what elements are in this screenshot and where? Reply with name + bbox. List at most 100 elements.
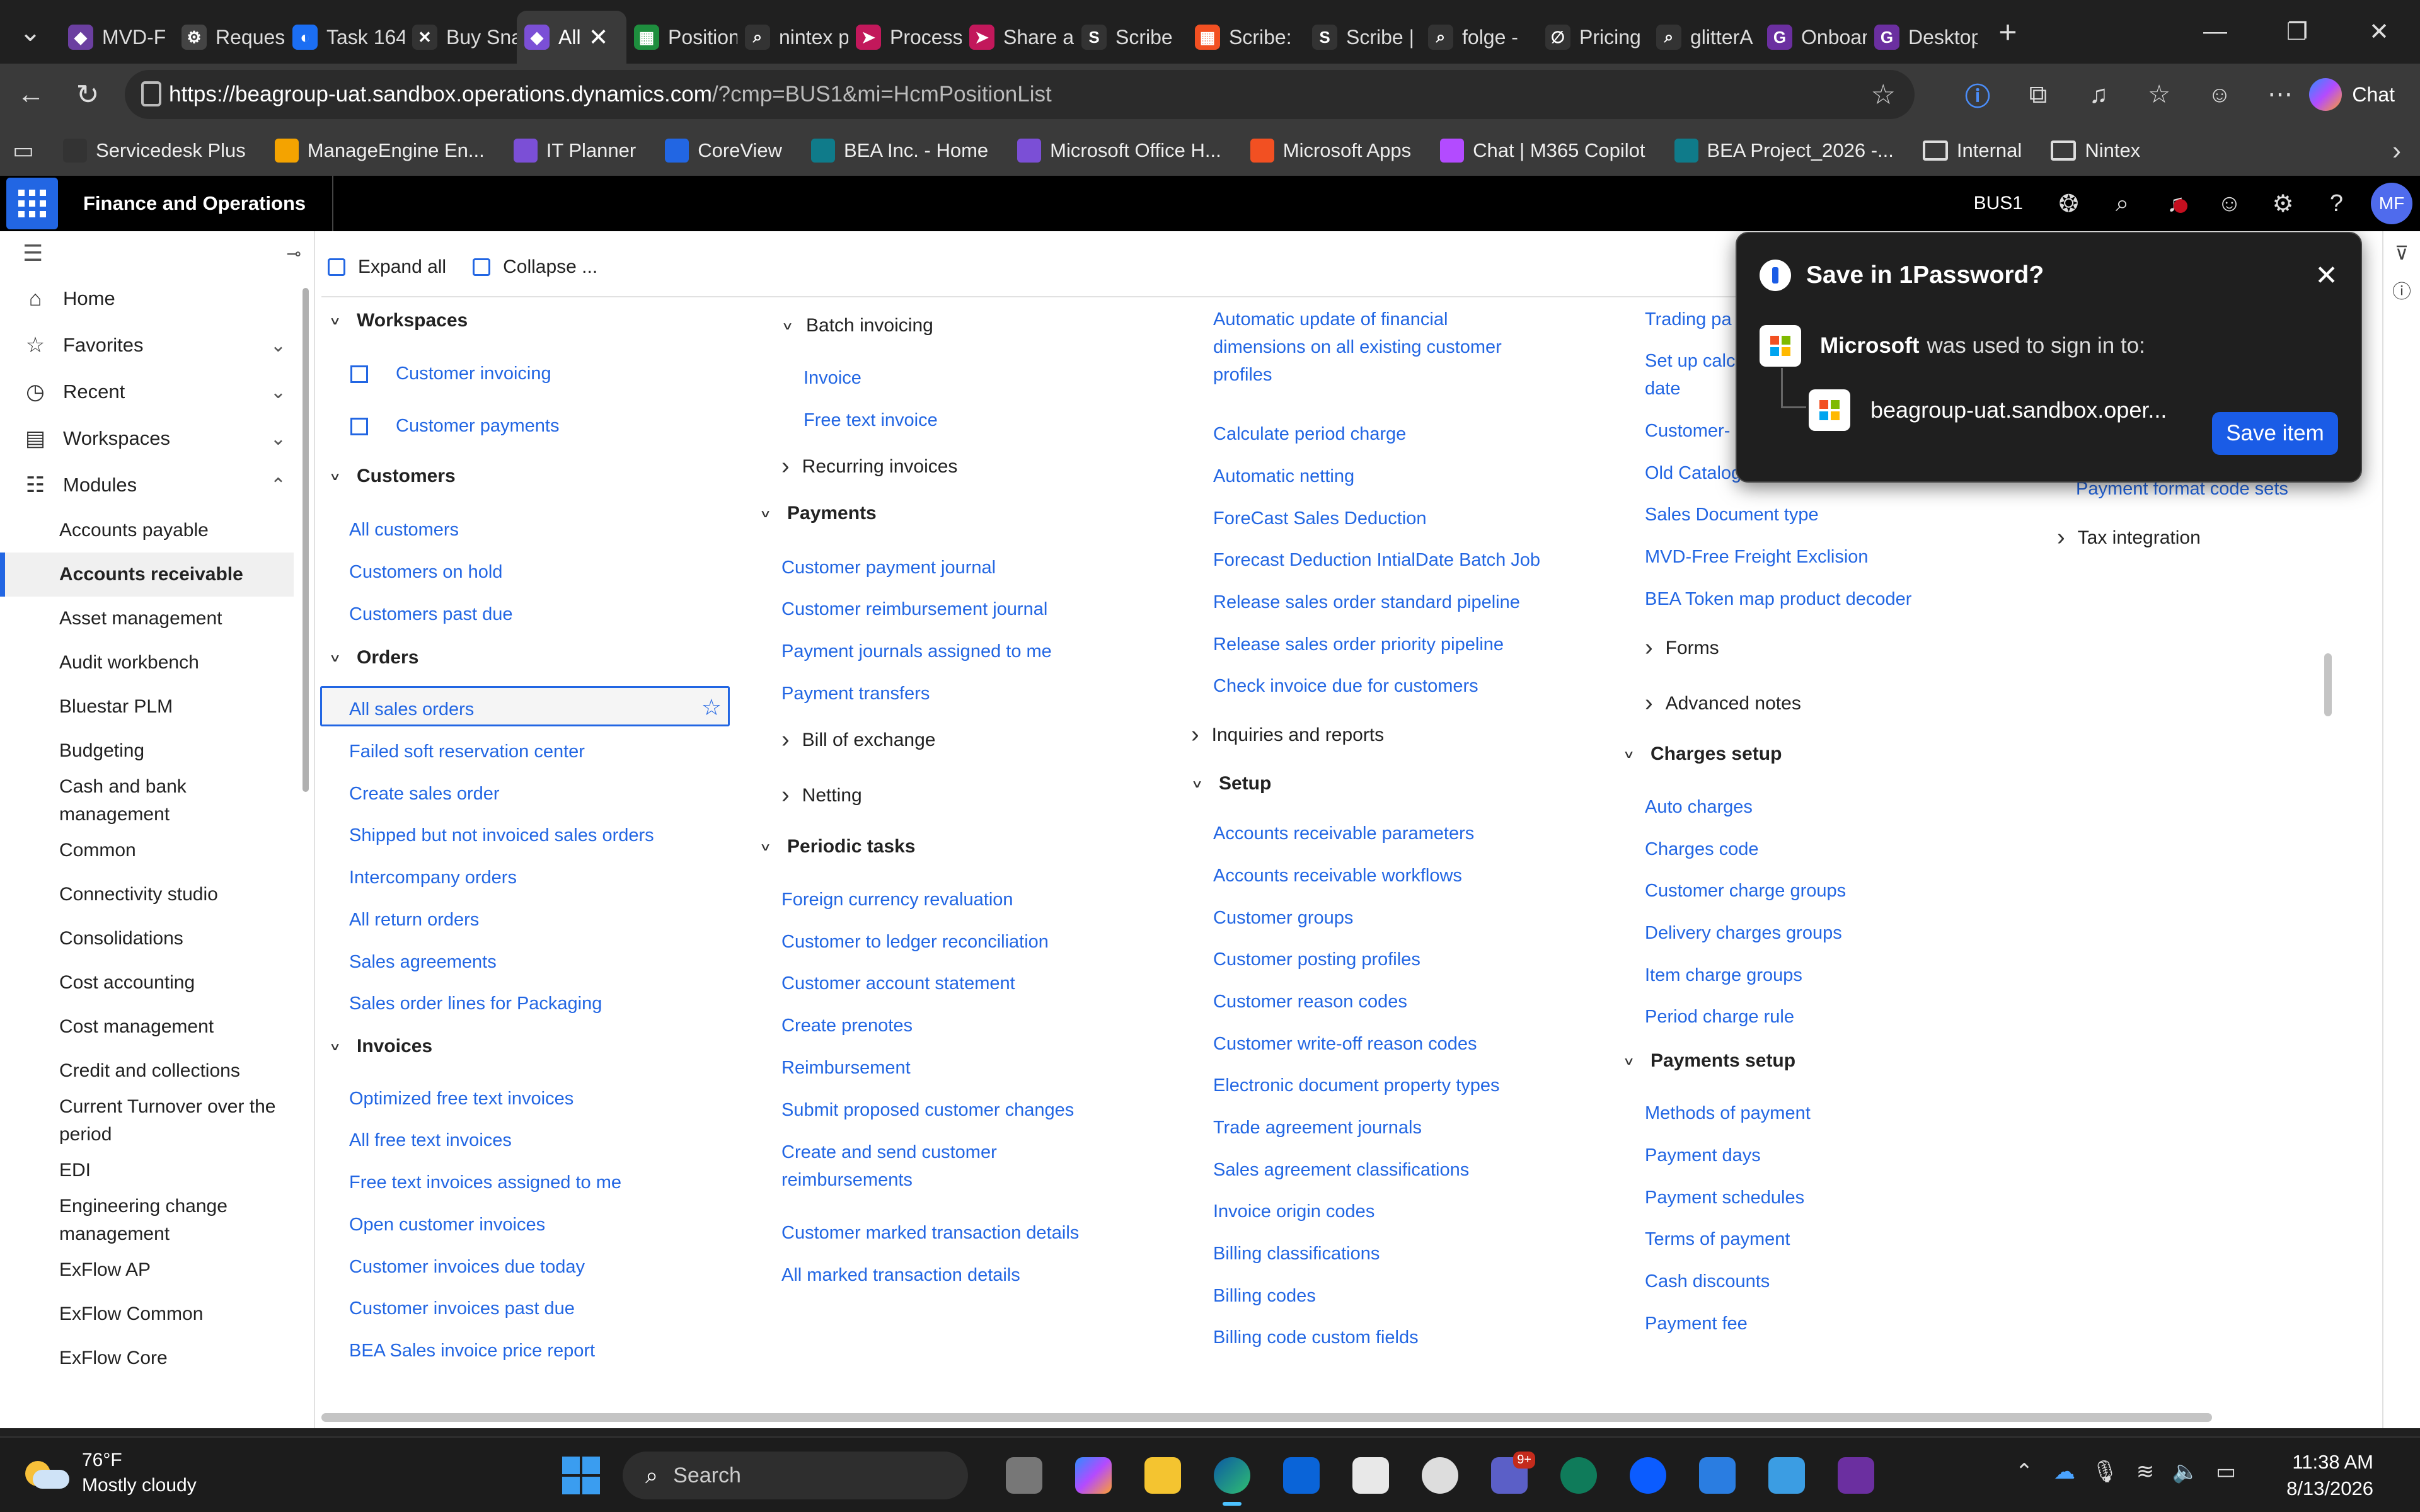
bookmark-item[interactable]: BEA Inc. - Home xyxy=(811,139,988,163)
menu-link[interactable]: Reimbursement xyxy=(781,1054,911,1082)
browser-tab[interactable]: ◆ MVD-F xyxy=(60,11,174,64)
menu-link[interactable]: Create prenotes xyxy=(781,1012,913,1040)
menu-link[interactable]: BEA Token map product decoder xyxy=(1645,585,1911,613)
search-icon[interactable]: ⌕ xyxy=(2095,190,2149,217)
browser-tab[interactable]: ◆ All ✕ xyxy=(517,11,626,64)
menu-link[interactable]: Period charge rule xyxy=(1645,1003,1794,1031)
browser-tab[interactable]: S Scribe | xyxy=(1305,11,1420,64)
collapse-all-button[interactable]: Collapse ... xyxy=(473,256,597,278)
reading-view-icon[interactable]: ▭ xyxy=(13,137,34,164)
menu-link[interactable]: Calculate period charge xyxy=(1213,420,1406,448)
menu-link[interactable]: Automatic update of financial dimensions… xyxy=(1213,306,1541,389)
menu-link[interactable]: Foreign currency revaluation xyxy=(781,886,1013,914)
menu-link[interactable]: Customer invoices due today xyxy=(349,1253,585,1281)
menu-link[interactable]: Open customer invoices xyxy=(349,1211,545,1239)
menu-link[interactable]: Payment schedules xyxy=(1645,1184,1804,1211)
taskbar-search[interactable]: ⌕ Search xyxy=(623,1452,968,1499)
green-app-icon[interactable] xyxy=(1544,1450,1613,1501)
module-item[interactable]: Accounts receivable xyxy=(0,553,294,597)
browser-tab[interactable]: ✕ Buy Sna xyxy=(405,11,517,64)
menu-link[interactable]: Release sales order priority pipeline xyxy=(1213,631,1504,658)
nav-modules[interactable]: ☷ Modules ⌃ xyxy=(0,462,314,508)
menu-link[interactable]: Sales agreement classifications xyxy=(1213,1156,1469,1184)
menu-link[interactable]: Customer payments xyxy=(350,412,560,440)
module-item[interactable]: Cost management xyxy=(0,1005,294,1049)
browser-tab[interactable]: ➤ Share a xyxy=(962,11,1074,64)
browser-tab[interactable]: ▦ Position xyxy=(626,11,737,64)
close-window-icon[interactable]: ✕ xyxy=(2338,0,2420,64)
copilot-icon[interactable]: ❂ xyxy=(2042,190,2095,218)
subsection-bill-of-exchange[interactable]: › Bill of exchange xyxy=(781,726,935,753)
menu-link[interactable]: Customer invoicing xyxy=(350,360,551,387)
tab-close-icon[interactable]: ✕ xyxy=(589,23,609,52)
module-item[interactable]: Connectivity studio xyxy=(0,873,294,917)
zoom-icon[interactable] xyxy=(1613,1450,1683,1501)
menu-link[interactable]: Free text invoices assigned to me xyxy=(349,1169,621,1196)
menu-link[interactable]: Item charge groups xyxy=(1645,961,1802,989)
module-item[interactable]: ExFlow Core xyxy=(0,1336,294,1380)
browser-tab[interactable]: G Onboar xyxy=(1760,11,1867,64)
menu-link[interactable]: Customer payment journal xyxy=(781,554,996,581)
menu-link[interactable]: Optimized free text invoices xyxy=(349,1085,573,1113)
new-tab-button[interactable]: + xyxy=(1983,6,2033,59)
menu-link[interactable]: All customers xyxy=(349,516,459,544)
module-item[interactable]: Consolidations xyxy=(0,917,294,961)
menu-link[interactable]: All sales orders xyxy=(349,696,474,723)
edge-browser-icon[interactable] xyxy=(1197,1450,1267,1506)
menu-link[interactable]: Sales order lines for Packaging xyxy=(349,990,602,1017)
subsection-inquiries-reports[interactable]: › Inquiries and reports xyxy=(1191,721,1384,748)
menu-link[interactable]: Customer reimbursement journal xyxy=(781,595,1047,623)
remote-desktop-icon[interactable] xyxy=(1683,1450,1752,1501)
subsection-recurring-invoices[interactable]: › Recurring invoices xyxy=(781,453,957,480)
browser-tab[interactable]: ⌕ folge - xyxy=(1420,11,1538,64)
section-workspaces[interactable]: ∨ Workspaces xyxy=(329,310,468,331)
back-arrow-icon[interactable]: ← xyxy=(3,64,59,125)
filter-icon[interactable]: ⊽ xyxy=(2383,243,2420,265)
hamburger-menu-icon[interactable]: ☰ xyxy=(23,240,43,266)
snipping-tool-icon[interactable] xyxy=(1336,1450,1405,1501)
app-launcher-icon[interactable] xyxy=(6,178,58,229)
more-bookmarks-chevron-icon[interactable]: › xyxy=(2392,135,2401,166)
nav-favorites[interactable]: ☆ Favorites ⌄ xyxy=(0,322,314,369)
menu-link[interactable]: Customer reason codes xyxy=(1213,988,1407,1016)
menu-link[interactable]: Billing codes xyxy=(1213,1282,1316,1310)
bookmark-item[interactable]: Microsoft Office H... xyxy=(1017,139,1221,163)
bookmark-item[interactable]: Internal xyxy=(1922,139,2022,163)
menu-link[interactable]: Cash discounts xyxy=(1645,1268,1770,1295)
menu-link[interactable]: date xyxy=(1645,375,1680,403)
module-item[interactable]: Current Turnover over the period xyxy=(0,1093,294,1148)
info-icon[interactable]: ⓘ xyxy=(2383,276,2420,304)
menu-link[interactable]: Trading pa xyxy=(1645,306,1732,333)
company-picker[interactable]: BUS1 xyxy=(1955,193,2042,214)
content-horizontal-scrollbar[interactable] xyxy=(321,1413,2212,1422)
subsection-advanced-notes[interactable]: › Advanced notes xyxy=(1645,690,1801,717)
module-item[interactable]: Budgeting xyxy=(0,729,294,773)
menu-link[interactable]: Trade agreement journals xyxy=(1213,1114,1422,1142)
menu-link[interactable]: All marked transaction details xyxy=(781,1261,1020,1289)
menu-link[interactable]: Charges code xyxy=(1645,835,1759,863)
browser-tab[interactable]: ⚙ Request xyxy=(174,11,285,64)
media-icon[interactable]: ♫ xyxy=(2068,81,2129,109)
profile-avatar[interactable]: ☺ xyxy=(2189,81,2250,108)
m365-copilot-icon[interactable] xyxy=(1059,1450,1128,1501)
menu-link[interactable]: Payment fee xyxy=(1645,1310,1748,1337)
site-info-icon[interactable] xyxy=(141,81,161,106)
subsection-tax-integration[interactable]: › Tax integration xyxy=(2057,524,2201,551)
menu-link[interactable]: Accounts receivable workflows xyxy=(1213,862,1462,890)
browser-tab[interactable]: ➤ Process xyxy=(848,11,962,64)
content-vertical-scrollbar[interactable] xyxy=(2324,653,2332,716)
chatgpt-icon[interactable] xyxy=(1405,1450,1475,1501)
menu-link[interactable]: BEA Sales invoice price report xyxy=(349,1337,595,1365)
azure-icon[interactable] xyxy=(1752,1450,1821,1501)
tray-chevron-up-icon[interactable]: ⌃ xyxy=(2004,1459,2044,1484)
add-favorite-star-icon[interactable]: ☆ xyxy=(701,694,722,721)
copilot-chat-button[interactable]: Chat xyxy=(2296,72,2407,117)
module-item[interactable]: Engineering change management xyxy=(0,1193,294,1248)
menu-link[interactable]: Forecast Deduction IntialDate Batch Job xyxy=(1213,546,1540,574)
browser-tab[interactable]: ⌕ nintex p xyxy=(737,11,848,64)
subsection-batch-invoicing[interactable]: ∨ Batch invoicing xyxy=(781,315,933,336)
module-item[interactable]: Cash and bank management xyxy=(0,773,294,828)
outlook-icon[interactable] xyxy=(1267,1450,1336,1501)
settings-gear-icon[interactable]: ⚙ xyxy=(2256,190,2310,218)
menu-link[interactable]: Failed soft reservation center xyxy=(349,738,585,765)
